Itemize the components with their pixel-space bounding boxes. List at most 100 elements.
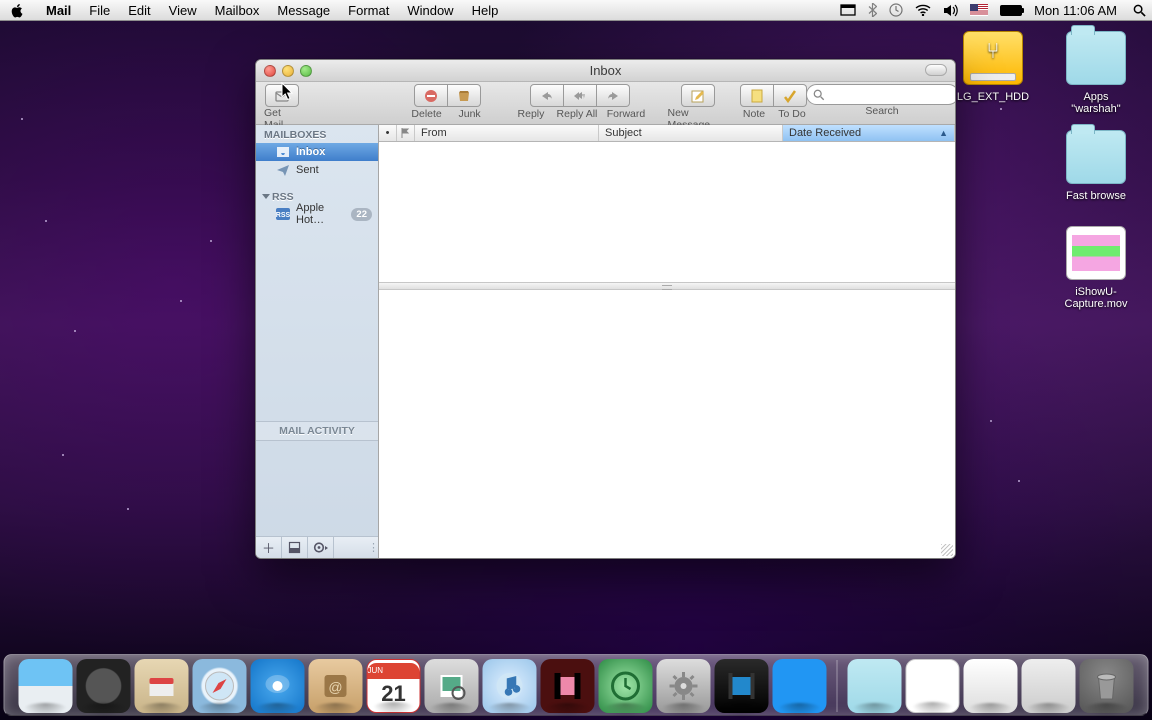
toolbar-newmessage[interactable]: New Message (668, 84, 730, 131)
compose-icon (690, 88, 706, 104)
column-subject[interactable]: Subject (599, 125, 783, 141)
desktop-label: "warshah" (1056, 103, 1136, 115)
delete-button[interactable] (414, 84, 448, 107)
desktop-file-video[interactable]: iShowU- Capture.mov (1056, 226, 1136, 310)
menu-window[interactable]: Window (398, 0, 462, 21)
sidebar-activity-header: MAIL ACTIVITY (256, 421, 378, 441)
toolbar-label: Junk (449, 108, 491, 120)
menu-view[interactable]: View (160, 0, 206, 21)
message-area: • From Subject Date Received▲ (379, 125, 955, 558)
dock-ical[interactable]: JUN21 (367, 659, 421, 713)
dock-applications-folder[interactable] (848, 659, 902, 713)
toolbar-toggle-button[interactable] (925, 64, 947, 76)
window-titlebar[interactable]: Inbox (256, 60, 955, 82)
column-date[interactable]: Date Received▲ (783, 125, 955, 141)
desktop-label: LG_EXT_HDD (953, 91, 1033, 103)
dock-trash[interactable] (1080, 659, 1134, 713)
getmail-icon (274, 88, 290, 104)
column-status[interactable]: • (379, 125, 397, 141)
dock-timemachine[interactable] (599, 659, 653, 713)
menu-mailbox[interactable]: Mailbox (206, 0, 269, 21)
desktop-drive[interactable]: ⑂ LG_EXT_HDD (953, 31, 1033, 103)
column-flag[interactable] (397, 125, 415, 141)
dock-finder[interactable] (19, 659, 73, 713)
add-button[interactable]: ＋ (256, 537, 282, 559)
bluetooth-icon[interactable] (862, 0, 883, 21)
show-activity-button[interactable] (282, 537, 308, 559)
desktop-label: Apps (1056, 91, 1136, 103)
dock-itunes[interactable] (483, 659, 537, 713)
dock-dashboard[interactable] (77, 659, 131, 713)
message-preview (379, 290, 955, 558)
todo-icon (782, 88, 798, 104)
menu-format[interactable]: Format (339, 0, 398, 21)
column-from[interactable]: From (415, 125, 599, 141)
message-list[interactable] (379, 142, 955, 282)
sidebar-footer: ＋ ⋮⋮ (256, 536, 378, 558)
menu-file[interactable]: File (80, 0, 119, 21)
dock-mail[interactable] (135, 659, 189, 713)
junk-button[interactable] (448, 84, 481, 107)
menu-clock[interactable]: Mon 11:06 AM (1028, 0, 1127, 21)
window-close-button[interactable] (264, 65, 276, 77)
window-zoom-button[interactable] (300, 65, 312, 77)
window-minimize-button[interactable] (282, 65, 294, 77)
dock-downloads-stack[interactable] (964, 659, 1018, 713)
dock-photobooth[interactable] (541, 659, 595, 713)
spotlight-icon[interactable] (1127, 0, 1152, 21)
menu-help[interactable]: Help (463, 0, 508, 21)
sidebar-item-label: Sent (296, 164, 319, 176)
dock-running-app[interactable] (773, 659, 827, 713)
calendar-day: 21 (381, 679, 405, 709)
disclosure-triangle-icon[interactable] (262, 194, 270, 199)
sidebar-item-rss-feed[interactable]: RSS Apple Hot… 22 (256, 205, 378, 223)
wifi-icon[interactable] (909, 0, 937, 21)
replyall-button[interactable] (564, 84, 597, 107)
dock-safari[interactable] (193, 659, 247, 713)
apple-menu-icon[interactable] (10, 3, 25, 18)
dock-minimized-window[interactable] (1022, 659, 1076, 713)
sent-icon (276, 164, 290, 176)
toolbar-label: Reply (510, 108, 552, 120)
forward-button[interactable] (597, 84, 630, 107)
reply-icon (539, 88, 555, 104)
toolbar-label: Reply All (552, 108, 602, 120)
dock-systemprefs[interactable] (657, 659, 711, 713)
dock-addressbook[interactable]: @ (309, 659, 363, 713)
dock-documents-folder[interactable] (906, 659, 960, 713)
sidebar-item-inbox[interactable]: Inbox (256, 143, 378, 161)
pane-splitter[interactable] (379, 282, 955, 290)
timemachine-icon[interactable] (883, 0, 909, 21)
search-input[interactable] (829, 89, 952, 101)
junk-icon (456, 88, 472, 104)
volume-icon[interactable] (937, 0, 964, 21)
menu-edit[interactable]: Edit (119, 0, 159, 21)
input-flag-icon[interactable] (964, 0, 994, 21)
toolbar-label: To Do (773, 108, 811, 120)
toolbar-getmail[interactable]: Get Mail (264, 84, 300, 131)
menu-extra-display-icon[interactable] (834, 0, 862, 21)
menu-message[interactable]: Message (268, 0, 339, 21)
external-drive-icon: ⑂ (963, 31, 1023, 85)
menu-app-name[interactable]: Mail (37, 0, 80, 21)
note-button[interactable] (740, 84, 774, 107)
sidebar-resize-grip[interactable]: ⋮⋮ (368, 541, 378, 554)
dock-quicktime[interactable] (715, 659, 769, 713)
window-resize-grip[interactable] (941, 544, 953, 556)
dock-ichat[interactable] (251, 659, 305, 713)
desktop-folder-apps[interactable]: Apps "warshah" (1056, 31, 1136, 115)
action-menu-button[interactable] (308, 537, 334, 559)
sidebar: MAILBOXES Inbox Sent RSS RSS Apple Hot… … (256, 125, 379, 558)
search-icon (813, 89, 825, 101)
column-headers: • From Subject Date Received▲ (379, 125, 955, 142)
search-field[interactable] (806, 84, 956, 105)
svg-text:@: @ (328, 679, 342, 695)
sidebar-item-sent[interactable]: Sent (256, 161, 378, 179)
battery-icon[interactable] (994, 0, 1028, 21)
todo-button[interactable] (774, 84, 807, 107)
toolbar-label: Delete (405, 108, 449, 120)
reply-button[interactable] (530, 84, 564, 107)
desktop-folder-fastbrowse[interactable]: Fast browse (1056, 130, 1136, 202)
dock-preview[interactable] (425, 659, 479, 713)
video-file-icon (1066, 226, 1126, 280)
